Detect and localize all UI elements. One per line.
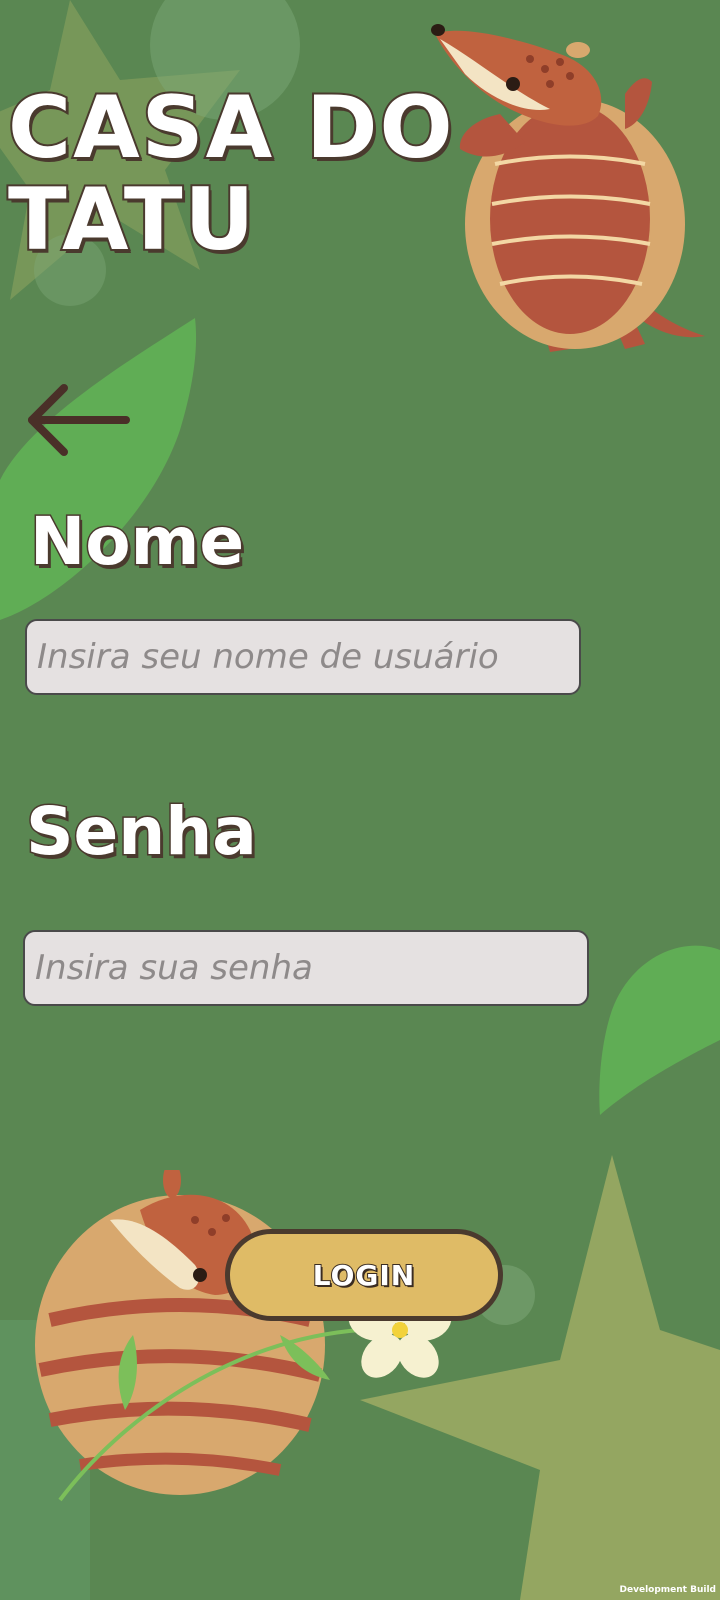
armadillo-illustration-top	[431, 24, 705, 352]
username-input[interactable]	[25, 619, 581, 695]
app-title: CASA DO TATU	[6, 78, 455, 270]
arrow-left-icon	[28, 384, 130, 456]
login-button-label: LOGIN	[312, 1258, 416, 1293]
login-button[interactable]: LOGIN	[225, 1229, 503, 1321]
password-label: Senha	[25, 792, 259, 872]
username-label: Nome	[28, 502, 245, 582]
development-build-label: Development Build	[619, 1585, 716, 1595]
back-button[interactable]	[22, 384, 134, 464]
armadillo-illustration-bottom	[35, 1170, 452, 1502]
password-input[interactable]	[23, 930, 589, 1006]
login-screen: CASA DO TATU Nome Senha	[0, 0, 720, 1600]
